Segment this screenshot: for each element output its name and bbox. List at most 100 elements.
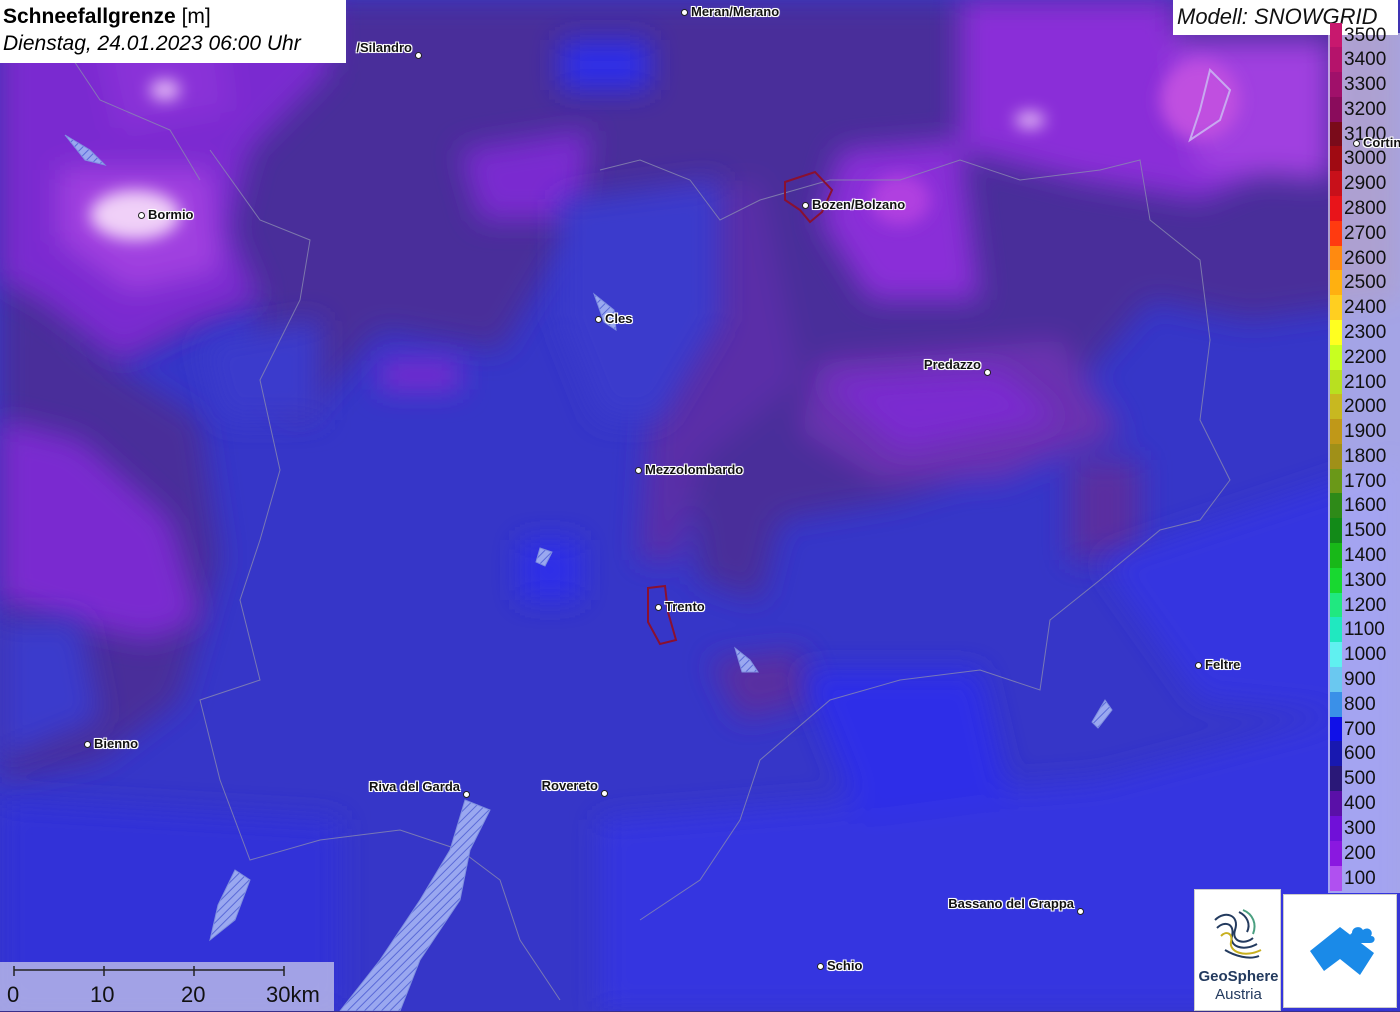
- city-marker-icon[interactable]: [680, 8, 688, 16]
- legend-swatch: [1330, 766, 1342, 791]
- city-marker-icon[interactable]: [600, 789, 608, 797]
- snowfall-map[interactable]: [0, 0, 1400, 1011]
- legend-swatch: [1330, 692, 1342, 717]
- city-marker-icon[interactable]: [462, 790, 470, 798]
- legend-swatch: [1330, 593, 1342, 618]
- legend-item: 2000: [1328, 394, 1400, 419]
- city-marker-icon[interactable]: [83, 740, 91, 748]
- weather-app-logo[interactable]: [1283, 894, 1397, 1008]
- city-marker-icon[interactable]: [1352, 139, 1360, 147]
- legend-swatch: [1330, 469, 1342, 494]
- city-marker-icon[interactable]: [1076, 907, 1084, 915]
- legend-swatch: [1330, 841, 1342, 866]
- legend-label: 1000: [1344, 644, 1387, 665]
- legend-item: 1900: [1328, 419, 1400, 444]
- city-label[interactable]: Bozen/Bolzano: [812, 197, 905, 212]
- city-marker-icon[interactable]: [137, 211, 145, 219]
- title-unit: [m]: [181, 5, 211, 28]
- legend-label: 2700: [1344, 223, 1387, 244]
- city-label[interactable]: Feltre: [1205, 657, 1240, 672]
- legend-label: 3400: [1344, 49, 1387, 70]
- city-label[interactable]: Bassano del Grappa: [948, 896, 1074, 911]
- legend-item: 2700: [1328, 221, 1400, 246]
- legend-item: 1600: [1328, 493, 1400, 518]
- legend-swatch: [1330, 791, 1342, 816]
- city-marker-icon[interactable]: [983, 368, 991, 376]
- legend-label: 2500: [1344, 272, 1387, 293]
- legend-swatch: [1330, 97, 1342, 122]
- city-label[interactable]: Cles: [605, 311, 632, 326]
- legend-item: 1500: [1328, 518, 1400, 543]
- legend-item: 3300: [1328, 72, 1400, 97]
- legend-item: 1800: [1328, 444, 1400, 469]
- legend-label: 1500: [1344, 520, 1387, 541]
- city-label[interactable]: Riva del Garda: [369, 779, 460, 794]
- legend-item: 1200: [1328, 593, 1400, 618]
- legend-label: 100: [1344, 868, 1376, 889]
- legend-item: 2500: [1328, 270, 1400, 295]
- city-marker-icon[interactable]: [414, 51, 422, 59]
- title-bold: Schneefallgrenze: [3, 5, 176, 28]
- legend-swatch: [1330, 543, 1342, 568]
- legend-swatch: [1330, 493, 1342, 518]
- scale-label-30km: 30km: [266, 982, 320, 1007]
- city-label[interactable]: /Silandro: [356, 40, 412, 55]
- legend-label: 1300: [1344, 570, 1387, 591]
- legend-swatch: [1330, 394, 1342, 419]
- legend-swatch: [1330, 221, 1342, 246]
- city-label[interactable]: Rovereto: [542, 778, 598, 793]
- cloud-house-icon: [1310, 927, 1375, 975]
- city-marker-icon[interactable]: [801, 201, 809, 209]
- geosphere-country: Austria: [1215, 986, 1262, 1003]
- legend-swatch: [1330, 295, 1342, 320]
- legend-swatch: [1330, 617, 1342, 642]
- legend-item: 3500: [1328, 23, 1400, 48]
- legend-item: 1000: [1328, 642, 1400, 667]
- city-label[interactable]: Predazzo: [924, 357, 981, 372]
- city-label[interactable]: Bienno: [94, 736, 138, 751]
- legend-item: 400: [1328, 791, 1400, 816]
- legend-swatch: [1330, 816, 1342, 841]
- city-label[interactable]: Meran/Merano: [691, 4, 779, 19]
- legend-item: 3400: [1328, 47, 1400, 72]
- legend-swatch: [1330, 370, 1342, 395]
- legend-label: 3200: [1344, 99, 1387, 120]
- legend-item: 100: [1328, 866, 1400, 891]
- legend-item: 2400: [1328, 295, 1400, 320]
- legend-item: 1300: [1328, 568, 1400, 593]
- city-label[interactable]: Schio: [827, 958, 862, 973]
- city-marker-icon[interactable]: [634, 466, 642, 474]
- geosphere-logo[interactable]: GeoSphere Austria: [1194, 889, 1281, 1011]
- city-label[interactable]: Trento: [665, 599, 705, 614]
- page-subtitle: Dienstag, 24.01.2023 06:00 Uhr: [3, 32, 301, 55]
- legend-swatch: [1330, 171, 1342, 196]
- legend-label: 2100: [1344, 372, 1387, 393]
- city-label[interactable]: Bormio: [148, 207, 194, 222]
- legend-swatch: [1330, 642, 1342, 667]
- legend-label: 300: [1344, 818, 1376, 839]
- scale-label-20: 20: [181, 982, 206, 1007]
- legend-label: 600: [1344, 743, 1376, 764]
- city-marker-icon[interactable]: [594, 315, 602, 323]
- legend-label: 1400: [1344, 545, 1387, 566]
- city-marker-icon[interactable]: [1194, 661, 1202, 669]
- city-marker-icon[interactable]: [816, 962, 824, 970]
- legend-item: 2200: [1328, 345, 1400, 370]
- page-title: Schneefallgrenze [m]: [3, 4, 346, 29]
- legend-label: 2800: [1344, 198, 1387, 219]
- legend-item: 2900: [1328, 171, 1400, 196]
- legend-swatch: [1330, 122, 1342, 147]
- city-marker-icon[interactable]: [654, 603, 662, 611]
- geosphere-name: GeoSphere: [1198, 968, 1279, 985]
- legend-item: 200: [1328, 841, 1400, 866]
- legend-swatch: [1330, 741, 1342, 766]
- city-label[interactable]: Cortina: [1363, 135, 1400, 150]
- legend-label: 2900: [1344, 173, 1387, 194]
- legend-label: 700: [1344, 719, 1376, 740]
- legend-swatch: [1330, 72, 1342, 97]
- city-label[interactable]: Mezzolombardo: [645, 462, 743, 477]
- legend-swatch: [1330, 419, 1342, 444]
- legend-item: 300: [1328, 816, 1400, 841]
- legend-label: 1900: [1344, 421, 1387, 442]
- legend-item: 500: [1328, 766, 1400, 791]
